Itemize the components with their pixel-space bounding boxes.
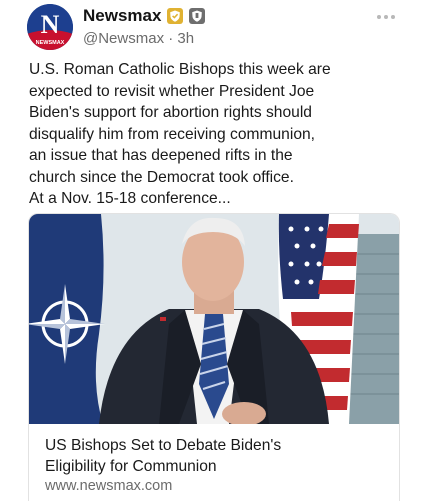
post-text-line: an issue that has deepened rifts in the <box>29 147 293 164</box>
separator: · <box>164 30 178 47</box>
avatar-letter: N <box>41 10 60 39</box>
post-text-line: At a Nov. 15-18 conference... <box>29 190 231 207</box>
post-text-line: Biden's support for abortion rights shou… <box>29 104 312 121</box>
display-name[interactable]: Newsmax <box>83 6 161 26</box>
post-text-line: disqualify him from receiving communion, <box>29 125 315 143</box>
post-text-line: U.S. Roman Catholic Bishops this week ar… <box>29 61 331 78</box>
post-text-line: church since the Democrat took office. <box>29 168 294 186</box>
gold-verified-icon <box>167 8 184 24</box>
more-options-icon[interactable] <box>377 6 399 19</box>
avatar-caption: NEWSMAX <box>36 40 65 46</box>
avatar[interactable]: N NEWSMAX <box>27 4 73 50</box>
newsmax-logo-icon: N NEWSMAX <box>27 4 73 50</box>
link-title-line: US Bishops Set to Debate Biden's <box>45 437 282 454</box>
link-preview-card[interactable]: US Bishops Set to Debate Biden's Eligibi… <box>28 213 400 501</box>
handle-line: @Newsmax · 3h <box>83 30 194 47</box>
post-text: U.S. Roman Catholic Bishops this week ar… <box>29 59 409 210</box>
post-card: N NEWSMAX Newsmax @Newsmax · 3h U.S. Rom… <box>0 0 427 501</box>
link-title[interactable]: US Bishops Set to Debate Biden's Eligibi… <box>45 435 385 477</box>
timestamp[interactable]: 3h <box>177 30 194 47</box>
post-text-line: expected to revisit whether President Jo… <box>29 82 315 100</box>
link-title-line: Eligibility for Communion <box>45 458 217 475</box>
account-name-row: Newsmax <box>83 6 206 26</box>
official-shield-icon <box>189 8 206 24</box>
news-photo-icon[interactable] <box>29 214 399 424</box>
link-domain[interactable]: www.newsmax.com <box>45 478 172 494</box>
handle[interactable]: @Newsmax <box>83 30 164 47</box>
